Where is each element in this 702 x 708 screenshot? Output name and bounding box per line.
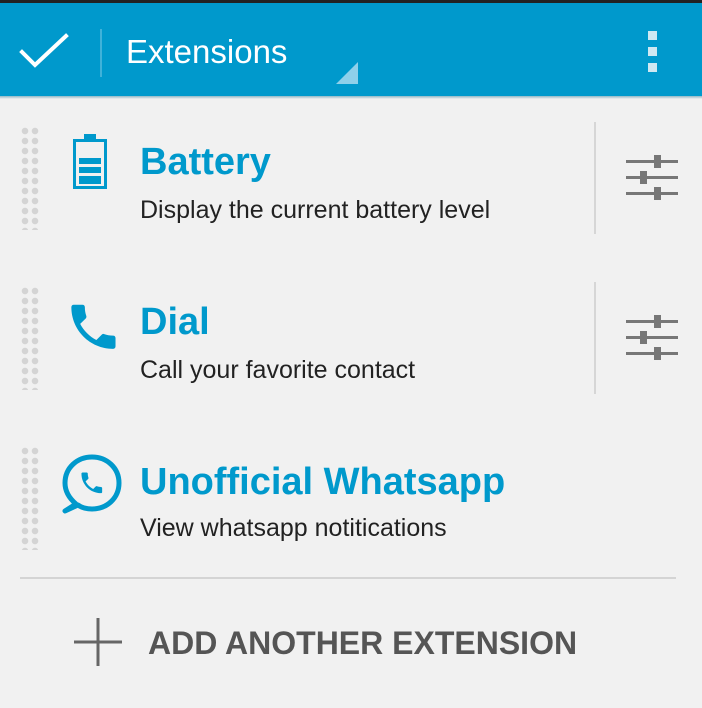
done-button[interactable] <box>0 3 90 96</box>
drag-handle[interactable] <box>20 446 40 550</box>
battery-icon <box>60 132 124 196</box>
extension-title: Dial <box>140 301 210 343</box>
extension-settings-button[interactable] <box>604 122 700 234</box>
extension-title: Battery <box>140 141 271 183</box>
extensions-spinner[interactable]: Extensions <box>108 3 364 96</box>
action-bar-divider <box>100 29 102 77</box>
check-icon <box>19 33 69 68</box>
plus-icon <box>74 618 122 666</box>
extension-row-battery[interactable]: Battery Display the current battery leve… <box>0 122 702 234</box>
overflow-menu-button[interactable] <box>620 3 690 96</box>
spinner-label: Extensions <box>126 33 288 70</box>
extension-row-whatsapp[interactable]: Unofficial Whatsapp View whatsapp notiti… <box>0 442 702 554</box>
list-divider <box>20 577 676 579</box>
extension-description: View whatsapp notitications <box>140 514 447 542</box>
whatsapp-icon <box>60 452 124 516</box>
extension-description: Display the current battery level <box>140 196 491 224</box>
settings-sliders-icon <box>626 155 678 200</box>
action-bar-shadow <box>0 96 702 99</box>
extension-title: Unofficial Whatsapp <box>140 461 506 503</box>
settings-sliders-icon <box>626 315 678 360</box>
add-extension-button[interactable]: ADD ANOTHER EXTENSION <box>20 580 676 704</box>
row-divider <box>594 122 596 234</box>
extension-settings-button[interactable] <box>604 282 700 394</box>
drag-handle[interactable] <box>20 126 40 230</box>
extension-row-dial[interactable]: Dial Call your favorite contact <box>0 282 702 394</box>
action-bar: Extensions <box>0 3 702 96</box>
drag-handle[interactable] <box>20 286 40 390</box>
extension-description: Call your favorite contact <box>140 356 416 384</box>
phone-icon <box>60 292 124 356</box>
spinner-caret-icon <box>336 62 358 84</box>
add-extension-label: ADD ANOTHER EXTENSION <box>148 625 578 661</box>
row-divider <box>594 282 596 394</box>
